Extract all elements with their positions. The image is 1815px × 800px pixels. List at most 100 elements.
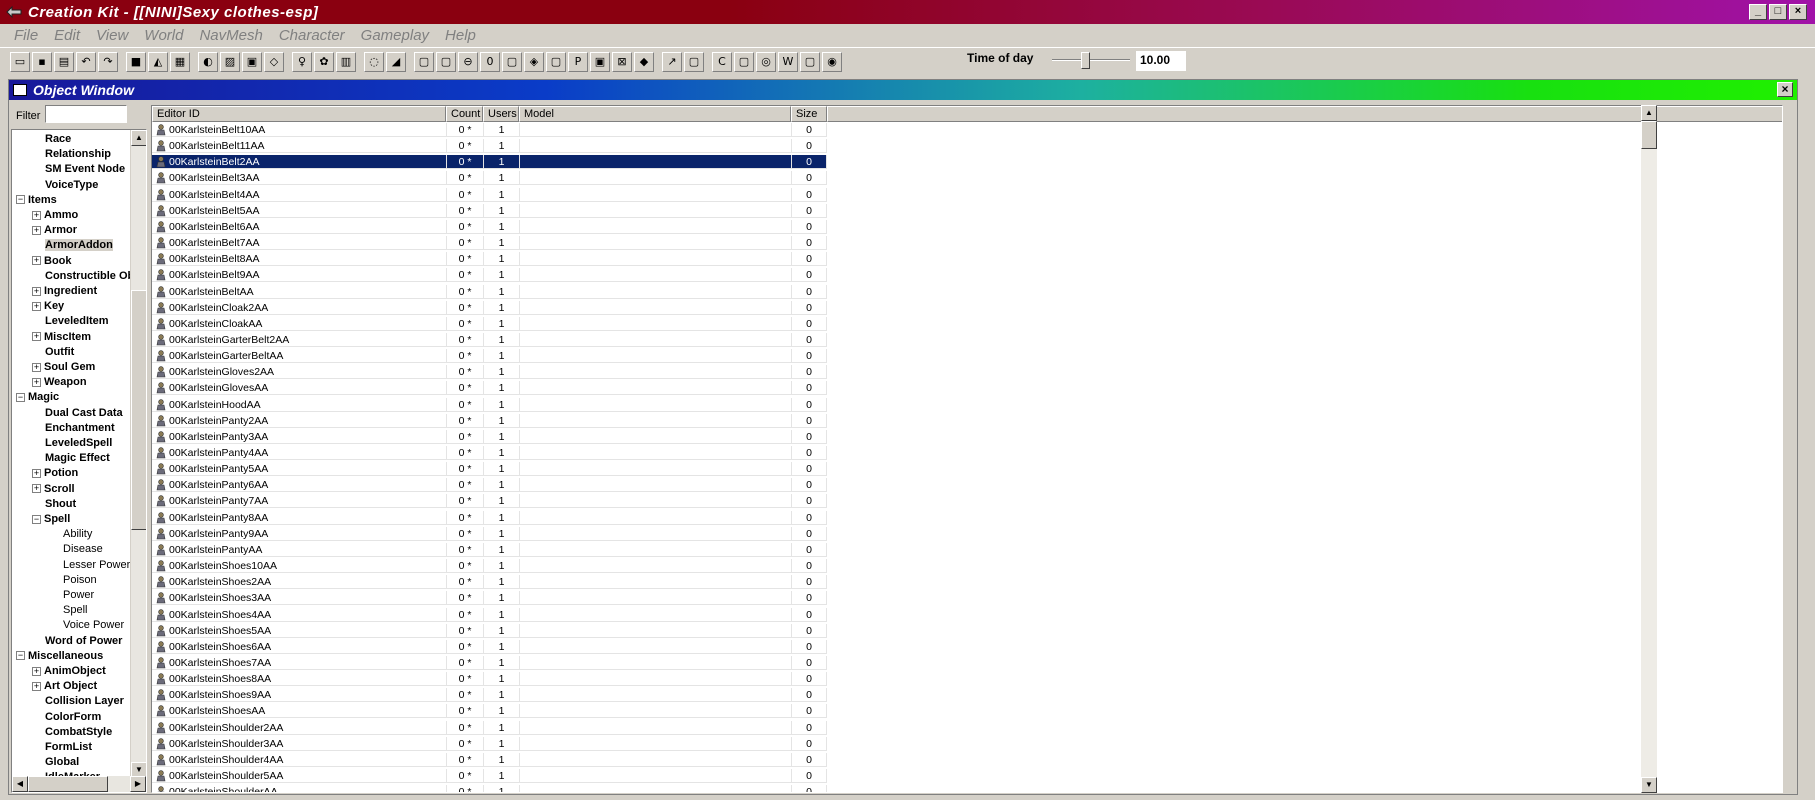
tree-item[interactable]: Magic Effect: [32, 451, 110, 466]
table-row[interactable]: 00KarlsteinBelt3AA 0 * 1 0: [152, 171, 827, 186]
obj6-icon[interactable]: ◈: [524, 51, 544, 72]
object-window-close-button[interactable]: ×: [1777, 82, 1793, 97]
tree-item[interactable]: Shout: [32, 497, 76, 512]
tree-item[interactable]: − Items: [16, 193, 57, 208]
table-row[interactable]: 00KarlsteinShoes10AA 0 * 1 0: [152, 559, 827, 574]
tree-item[interactable]: + MiscItem: [32, 330, 91, 345]
table-row[interactable]: 00KarlsteinPanty3AA 0 * 1 0: [152, 429, 827, 444]
table-row[interactable]: 00KarlsteinBelt10AA 0 * 1 0: [152, 123, 827, 137]
obj10-icon[interactable]: ⊠: [612, 51, 632, 72]
column-header-size[interactable]: Size: [791, 106, 827, 122]
tree-item[interactable]: ColorForm: [32, 710, 101, 725]
table-row[interactable]: 00KarlsteinBelt6AA 0 * 1 0: [152, 219, 827, 234]
obj8-icon[interactable]: P: [568, 51, 588, 72]
box3-icon[interactable]: ▢: [800, 51, 820, 72]
tree-item[interactable]: + Key: [32, 299, 64, 314]
table-row[interactable]: 00KarlsteinPanty4AA 0 * 1 0: [152, 446, 827, 460]
tree-item[interactable]: + Potion: [32, 466, 78, 481]
obj7-icon[interactable]: ▢: [546, 51, 566, 72]
list-vertical-scrollbar[interactable]: ▲ ▼: [1641, 105, 1657, 793]
table-row[interactable]: 00KarlsteinBelt7AA 0 * 1 0: [152, 236, 827, 251]
collapse-icon[interactable]: −: [16, 651, 25, 661]
table-row[interactable]: 00KarlsteinBeltAA 0 * 1 0: [152, 284, 827, 299]
undo-icon[interactable]: ↶: [76, 51, 96, 72]
table-row[interactable]: 00KarlsteinBelt8AA 0 * 1 0: [152, 252, 827, 267]
lod-icon[interactable]: ▣: [242, 51, 262, 72]
table-row[interactable]: 00KarlsteinShoes5AA 0 * 1 0: [152, 623, 827, 638]
menu-character[interactable]: Character: [273, 27, 355, 44]
tree-item[interactable]: ArmorAddon: [32, 238, 113, 253]
table-row[interactable]: 00KarlsteinShoulder3AA 0 * 1 0: [152, 736, 827, 751]
table-row[interactable]: 00KarlsteinPantyAA 0 * 1 0: [152, 542, 827, 557]
tree-item[interactable]: LeveledSpell: [32, 436, 112, 451]
table-row[interactable]: 00KarlsteinBelt9AA 0 * 1 0: [152, 268, 827, 283]
water-icon[interactable]: ▨: [220, 51, 240, 72]
table-row[interactable]: 00KarlsteinPanty9AA 0 * 1 0: [152, 526, 827, 541]
tree-item[interactable]: CombatStyle: [32, 725, 112, 740]
table-row[interactable]: 00KarlsteinCloakAA 0 * 1 0: [152, 316, 827, 331]
menu-file[interactable]: File: [8, 27, 48, 44]
table-row[interactable]: 00KarlsteinBelt11AA 0 * 1 0: [152, 139, 827, 154]
collapse-icon[interactable]: −: [16, 195, 25, 205]
object-list[interactable]: Editor ID Count Users Model Size 00Karls…: [151, 105, 1783, 793]
bulb-icon[interactable]: ♀: [292, 51, 312, 72]
expand-icon[interactable]: +: [32, 681, 41, 691]
box2-icon[interactable]: ▢: [734, 51, 754, 72]
expand-icon[interactable]: +: [32, 256, 41, 266]
tree-item[interactable]: + Art Object: [32, 679, 97, 694]
table-row[interactable]: 00KarlsteinShoulderAA 0 * 1 0: [152, 785, 827, 792]
obj5-icon[interactable]: ▢: [502, 51, 522, 72]
expand-icon[interactable]: +: [32, 484, 41, 494]
expand-icon[interactable]: +: [32, 332, 41, 342]
tree-item[interactable]: + Scroll: [32, 482, 75, 497]
save-icon[interactable]: ▪: [32, 51, 52, 72]
obj3-icon[interactable]: ⊖: [458, 51, 478, 72]
chart-icon[interactable]: ◢: [386, 51, 406, 72]
tree-item[interactable]: Collision Layer: [32, 694, 124, 709]
filter-input[interactable]: [45, 105, 127, 123]
table-row[interactable]: 00KarlsteinBelt2AA 0 * 1 0: [152, 155, 827, 170]
tree-item[interactable]: + Book: [32, 254, 72, 269]
table-row[interactable]: 00KarlsteinPanty7AA 0 * 1 0: [152, 494, 827, 509]
expand-icon[interactable]: +: [32, 362, 41, 372]
tree-item[interactable]: Poison: [50, 573, 97, 588]
dialogue-icon[interactable]: ◌: [364, 51, 384, 72]
obj11-icon[interactable]: ◆: [634, 51, 654, 72]
menu-edit[interactable]: Edit: [48, 27, 90, 44]
menu-world[interactable]: World: [138, 27, 193, 44]
tree-item[interactable]: Dual Cast Data: [32, 406, 123, 421]
tree-item[interactable]: − Spell: [32, 512, 70, 527]
table-row[interactable]: 00KarlsteinBelt4AA 0 * 1 0: [152, 187, 827, 202]
menu-view[interactable]: View: [90, 27, 138, 44]
table-row[interactable]: 00KarlsteinShoes8AA 0 * 1 0: [152, 672, 827, 687]
time-of-day-slider[interactable]: [1052, 59, 1130, 61]
expand-icon[interactable]: +: [32, 286, 41, 296]
table-row[interactable]: 00KarlsteinShoulder5AA 0 * 1 0: [152, 769, 827, 783]
table-row[interactable]: 00KarlsteinPanty6AA 0 * 1 0: [152, 478, 827, 493]
expand-icon[interactable]: +: [32, 225, 41, 235]
obj1-icon[interactable]: ▢: [414, 51, 434, 72]
tree-item[interactable]: − Miscellaneous: [16, 649, 103, 664]
table-row[interactable]: 00KarlsteinHoodAA 0 * 1 0: [152, 397, 827, 412]
sky-icon[interactable]: ↗: [662, 51, 682, 72]
time-of-day-slider-thumb[interactable]: [1081, 52, 1091, 69]
render-icon[interactable]: ■: [126, 51, 146, 72]
tree-item[interactable]: Lesser Power: [50, 558, 130, 573]
tree-item[interactable]: Outfit: [32, 345, 74, 360]
light-icon[interactable]: ◇: [264, 51, 284, 72]
tree-item[interactable]: LeveledItem: [32, 314, 109, 329]
sound-icon[interactable]: ✿: [314, 51, 334, 72]
tree-item[interactable]: SM Event Node: [32, 162, 125, 177]
expand-icon[interactable]: +: [32, 666, 41, 676]
navmesh-icon[interactable]: ▦: [170, 51, 190, 72]
menu-navmesh[interactable]: NavMesh: [193, 27, 272, 44]
obj4-icon[interactable]: 0: [480, 51, 500, 72]
o-icon[interactable]: ◎: [756, 51, 776, 72]
tree-item[interactable]: Spell: [50, 603, 87, 618]
tree-item[interactable]: + Armor: [32, 223, 77, 238]
tree-item[interactable]: Constructible Obj: [32, 269, 137, 284]
tree-item[interactable]: Power: [50, 588, 94, 603]
tree-item[interactable]: Disease: [50, 542, 103, 557]
column-header-count[interactable]: Count: [446, 106, 483, 122]
tree-item[interactable]: Ability: [50, 527, 92, 542]
